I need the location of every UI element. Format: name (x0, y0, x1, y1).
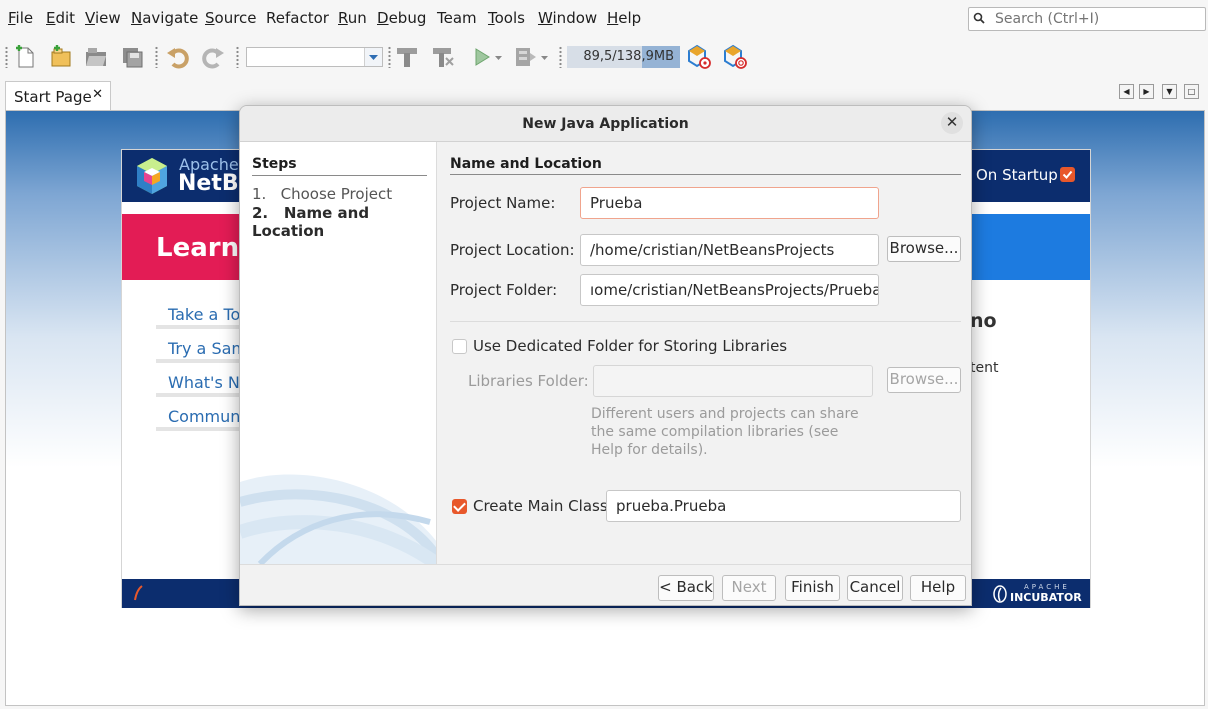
libraries-browse-button[interactable]: Browse... (887, 367, 961, 393)
close-icon[interactable]: ✕ (941, 112, 963, 134)
netbeans-wordmark: NetB (178, 171, 239, 196)
toolbar: 89,5/138,9MB (0, 40, 1208, 76)
show-on-startup-label: On Startup (976, 166, 1058, 184)
close-icon[interactable]: ✕ (92, 87, 103, 102)
gc-icon[interactable] (722, 44, 748, 70)
toolbar-grip[interactable] (388, 46, 391, 68)
scroll-right-icon[interactable]: ▶ (1139, 84, 1154, 99)
project-name-field[interactable]: Prueba (580, 187, 879, 219)
menu-team[interactable]: Team (437, 9, 477, 27)
project-name-label: Project Name: (450, 194, 556, 212)
menu-edit[interactable]: Edit (46, 9, 75, 27)
toolbar-grip[interactable] (155, 46, 158, 68)
incubator-logo-icon (993, 585, 1007, 603)
libraries-folder-field[interactable] (593, 365, 873, 397)
create-main-class-checkbox[interactable] (452, 499, 467, 514)
show-on-startup-checkbox[interactable] (1060, 167, 1075, 182)
demo-heading: no (970, 310, 997, 332)
chevron-down-icon[interactable] (492, 44, 506, 70)
menubar: File Edit View Navigate Source Refactor … (0, 0, 1208, 36)
clean-build-icon[interactable] (430, 44, 456, 70)
project-location-label: Project Location: (450, 241, 575, 259)
demo-text: tent (970, 360, 999, 376)
steps-panel: Steps 1. Choose Project 2. Name and Loca… (240, 142, 437, 564)
maximize-icon[interactable]: □ (1184, 84, 1199, 99)
show-opened-documents-icon[interactable]: ▼ (1162, 84, 1177, 99)
menu-tools[interactable]: Tools (488, 9, 525, 27)
search-box[interactable] (968, 7, 1206, 31)
dedicated-folder-checkbox[interactable] (452, 339, 467, 354)
dialog-title: New Java Application (240, 106, 971, 142)
scroll-left-icon[interactable]: ◀ (1119, 84, 1134, 99)
next-button[interactable]: Next > (722, 575, 776, 605)
step-choose-project: 1. Choose Project (252, 185, 393, 203)
cancel-button[interactable]: Cancel (847, 575, 903, 601)
libraries-folder-label: Libraries Folder: (468, 372, 589, 390)
menu-navigate[interactable]: Navigate (131, 9, 198, 27)
wizard-swoosh-graphic (240, 474, 436, 564)
memory-usage[interactable]: 89,5/138,9MB (567, 46, 680, 68)
menu-run[interactable]: Run (338, 9, 367, 27)
section-heading: Name and Location (450, 156, 961, 175)
menu-refactor[interactable]: Refactor (266, 9, 329, 27)
debug-icon[interactable] (512, 44, 538, 70)
open-project-icon[interactable] (83, 44, 109, 70)
tab-label: Start Page (14, 88, 92, 106)
menu-window[interactable]: Window (538, 9, 597, 27)
build-icon[interactable] (394, 44, 420, 70)
learn-heading: Learn (156, 233, 240, 263)
libraries-hint-text: Different users and projects can share t… (591, 406, 859, 458)
step-name-and-location: 2. Name and Location (252, 204, 370, 240)
profile-icon[interactable] (686, 44, 712, 70)
menu-help[interactable]: Help (607, 9, 641, 27)
undo-icon[interactable] (165, 44, 191, 70)
new-file-icon[interactable] (12, 44, 38, 70)
steps-heading: Steps (252, 156, 427, 176)
back-button[interactable]: < Back (658, 575, 714, 601)
configuration-select[interactable] (246, 47, 383, 67)
chevron-down-icon[interactable] (364, 48, 382, 66)
chevron-down-icon[interactable] (538, 44, 552, 70)
incubator-wordmark: APACHE INCUBATOR (1010, 583, 1082, 604)
menu-file[interactable]: File (8, 9, 33, 27)
save-all-icon[interactable] (119, 44, 145, 70)
project-location-browse-button[interactable]: Browse... (887, 236, 961, 262)
menu-source[interactable]: Source (205, 9, 257, 27)
new-java-application-dialog: New Java Application ✕ Steps 1. Choose P… (239, 105, 972, 606)
create-main-class-label[interactable]: Create Main Class (473, 497, 608, 515)
dialog-button-bar: < Back Next > Finish Cancel Help (240, 564, 971, 605)
project-folder-label: Project Folder: (450, 281, 558, 299)
finish-button[interactable]: Finish (785, 575, 840, 601)
help-button[interactable]: Help (910, 575, 966, 601)
main-class-field[interactable]: prueba.Prueba (606, 490, 961, 522)
toolbar-grip[interactable] (236, 46, 239, 68)
menu-debug[interactable]: Debug (377, 9, 426, 27)
toolbar-grip[interactable] (559, 46, 562, 68)
new-project-icon[interactable] (48, 44, 74, 70)
menu-view[interactable]: View (85, 9, 121, 27)
dedicated-folder-label[interactable]: Use Dedicated Folder for Storing Librari… (473, 337, 787, 355)
redo-icon[interactable] (200, 44, 226, 70)
toolbar-grip[interactable] (5, 46, 8, 68)
feather-icon (134, 585, 143, 601)
separator (450, 321, 961, 322)
tab-start-page[interactable]: Start Page ✕ (5, 81, 111, 110)
search-input[interactable] (995, 9, 1200, 29)
netbeans-logo-icon (137, 158, 167, 194)
project-folder-field[interactable]: ıome/cristian/NetBeansProjects/Prueba (580, 274, 879, 306)
project-location-field[interactable]: /home/cristian/NetBeansProjects (580, 234, 879, 266)
search-icon (973, 12, 985, 24)
